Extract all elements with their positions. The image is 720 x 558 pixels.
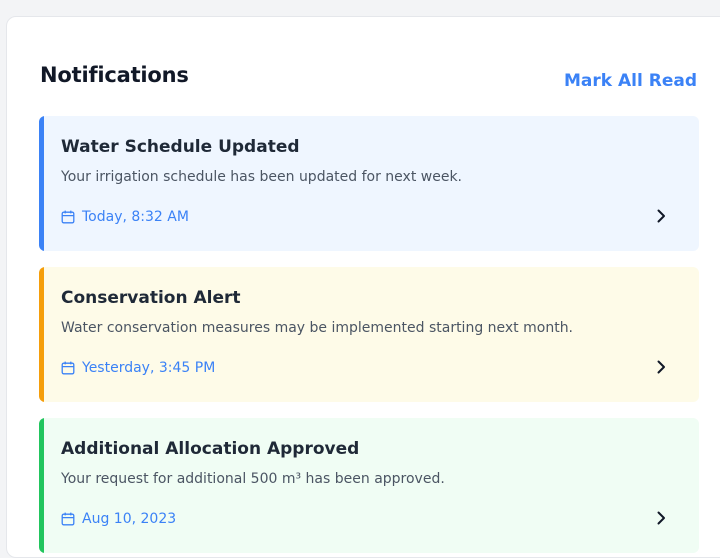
notification-message: Your request for additional 500 m³ has b…	[61, 471, 445, 487]
notification-card[interactable]: Conservation Alert Water conservation me…	[39, 267, 699, 402]
page-title: Notifications	[40, 63, 189, 87]
calendar-icon	[61, 512, 75, 526]
notification-card[interactable]: Additional Allocation Approved Your requ…	[39, 418, 699, 553]
notification-title: Water Schedule Updated	[61, 137, 300, 157]
chevron-right-icon[interactable]	[653, 208, 669, 224]
accent-bar	[39, 267, 44, 402]
notification-date: Yesterday, 3:45 PM	[82, 360, 216, 376]
notification-title: Additional Allocation Approved	[61, 439, 360, 459]
chevron-right-icon[interactable]	[653, 359, 669, 375]
notification-title: Conservation Alert	[61, 288, 241, 308]
calendar-icon	[61, 210, 75, 224]
notification-date: Today, 8:32 AM	[82, 209, 189, 225]
notification-timestamp: Yesterday, 3:45 PM	[61, 360, 215, 376]
notification-message: Water conservation measures may be imple…	[61, 320, 574, 336]
chevron-right-icon[interactable]	[653, 510, 669, 526]
notification-timestamp: Today, 8:32 AM	[61, 209, 189, 225]
calendar-icon	[61, 361, 75, 375]
accent-bar	[39, 116, 44, 251]
notification-message: Your irrigation schedule has been update…	[61, 169, 463, 185]
mark-all-read-button[interactable]: Mark All Read	[564, 71, 697, 91]
notifications-panel: Notifications Mark All Read Water Schedu…	[6, 16, 720, 558]
notification-card[interactable]: Water Schedule Updated Your irrigation s…	[39, 116, 699, 251]
accent-bar	[39, 418, 44, 553]
